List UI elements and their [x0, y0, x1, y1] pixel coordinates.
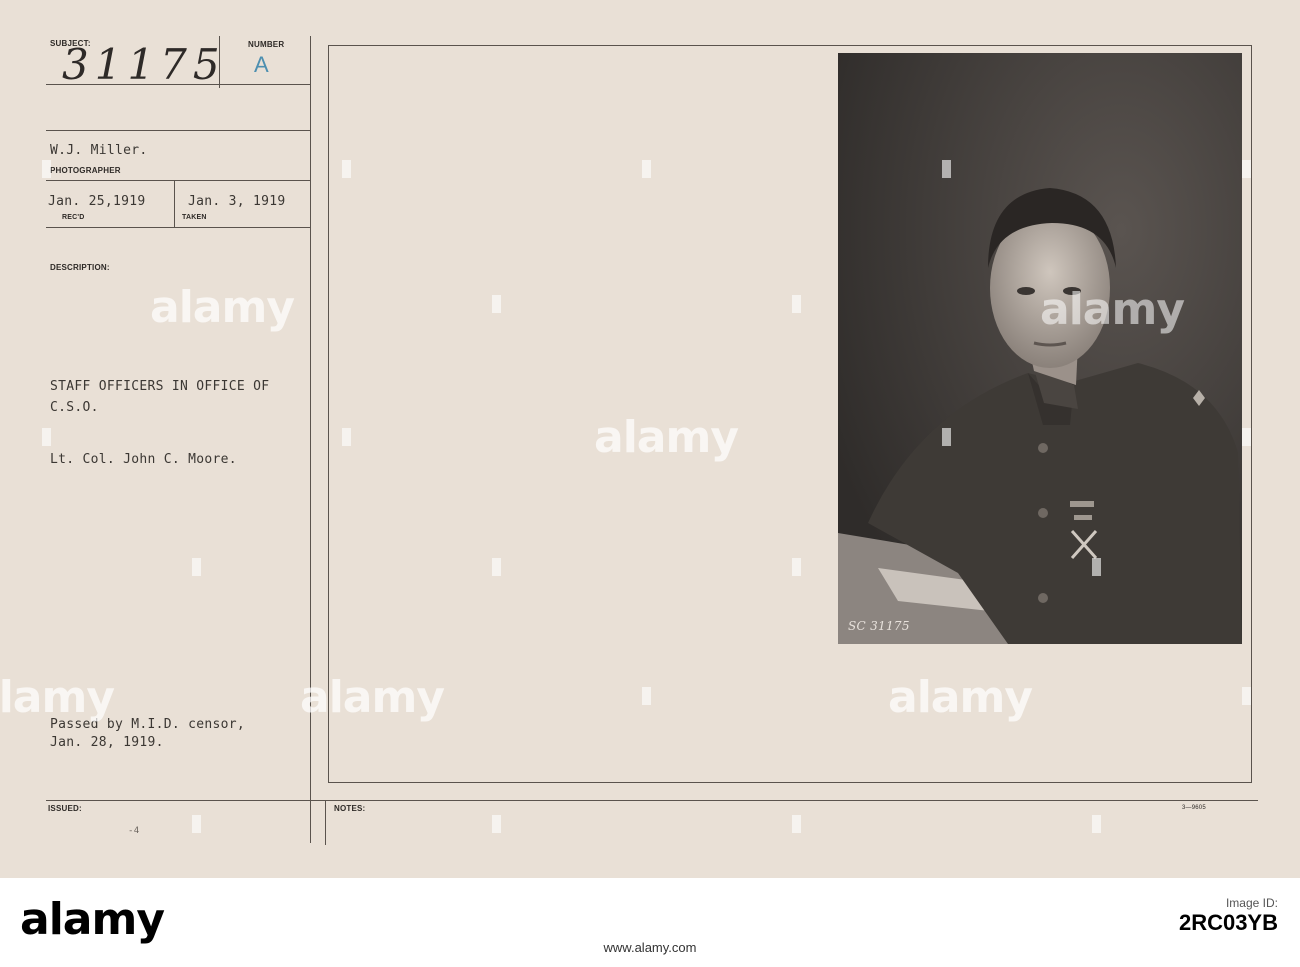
photographer-underline: [46, 180, 310, 181]
watermark-mark: [1242, 687, 1251, 705]
taken-label: TAKEN: [182, 214, 207, 221]
issued-label: ISSUED:: [48, 804, 82, 813]
watermark-bottom-center: alamy: [300, 672, 445, 723]
watermark-mark: [342, 160, 351, 178]
watermark-bottom-right: alamy: [888, 672, 1033, 723]
watermark-mark: [642, 160, 651, 178]
dates-underline: [46, 227, 310, 228]
image-id-label: Image ID:: [1225, 896, 1278, 910]
notes-label: NOTES:: [334, 804, 366, 813]
watermark-mark: [192, 815, 201, 833]
issued-topline: [46, 800, 310, 801]
image-id: 2RC03YB: [1178, 910, 1278, 935]
form-code: 3—9605: [1182, 805, 1206, 811]
photo-number: SC 31175: [848, 619, 910, 633]
watermark-mark: [492, 558, 501, 576]
footer-url[interactable]: www.alamy.com: [0, 940, 1300, 955]
notes-divider: [325, 800, 326, 845]
description-line-2: C.S.O.: [50, 400, 99, 415]
watermark-mark: [1242, 428, 1251, 446]
watermark-mark: [792, 295, 801, 313]
description-line-1: STAFF OFFICERS IN OFFICE OF: [50, 379, 270, 394]
notes-topline: [310, 800, 1258, 801]
watermark-mark: [1242, 160, 1251, 178]
portrait-image: [838, 53, 1242, 644]
image-id-block: Image ID: 2RC03YB: [1179, 896, 1278, 936]
frame-bottom: [328, 782, 1252, 783]
dates-divider: [174, 180, 175, 228]
description-line-3: Lt. Col. John C. Moore.: [50, 452, 237, 467]
description-label: DESCRIPTION:: [50, 263, 110, 272]
taken-date: Jan. 3, 1919: [188, 194, 286, 209]
watermark-mark: [42, 160, 51, 178]
portrait-photograph: SC 31175: [838, 53, 1242, 644]
frame-top: [328, 45, 1252, 46]
photographer-name: W.J. Miller.: [50, 143, 148, 158]
watermark-mark: [42, 428, 51, 446]
censor-line-2: Jan. 28, 1919.: [50, 735, 164, 750]
stock-footer: alamy Image ID: 2RC03YB www.alamy.com: [0, 878, 1300, 967]
watermark-mark: [492, 815, 501, 833]
watermark-mark: [1092, 815, 1101, 833]
received-label: REC'D: [62, 214, 85, 221]
watermark-mark: [942, 428, 951, 446]
watermark-photo: alamy: [1040, 284, 1185, 335]
photographer-topline: [46, 130, 310, 131]
issued-mark: -4: [128, 826, 140, 836]
record-card: SUBJECT: NUMBER PHOTOGRAPHER REC'D TAKEN…: [0, 0, 1300, 878]
watermark-mark: [642, 687, 651, 705]
number-label: NUMBER: [248, 40, 285, 49]
watermark-mark: [1092, 558, 1101, 576]
subject-value: 31175: [62, 40, 226, 89]
received-date: Jan. 25,1919: [48, 194, 146, 209]
watermark-left: alamy: [150, 282, 295, 333]
photographer-label: PHOTOGRAPHER: [50, 166, 121, 175]
watermark-mark: [942, 160, 951, 178]
watermark-center: alamy: [594, 412, 739, 463]
watermark-mark: [192, 558, 201, 576]
footer-logo: alamy: [20, 894, 165, 945]
watermark-mark: [792, 815, 801, 833]
number-value: A: [254, 52, 269, 77]
watermark-mark: [492, 295, 501, 313]
watermark-mark: [342, 428, 351, 446]
watermark-bottom-left: alamy: [0, 672, 115, 723]
watermark-mark: [792, 558, 801, 576]
frame-right: [1251, 45, 1252, 783]
